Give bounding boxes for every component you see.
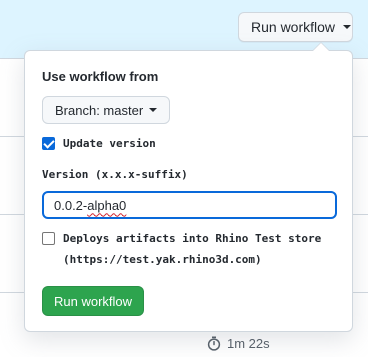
update-version-checkbox[interactable] (42, 137, 55, 150)
run-workflow-label: Run workflow (251, 19, 336, 35)
update-version-label: Update version (63, 137, 156, 150)
run-workflow-popover: Use workflow from Branch: master Update … (24, 42, 353, 332)
popover-arrow-fill (313, 43, 329, 51)
run-workflow-dropdown-button[interactable]: Run workflow (238, 12, 353, 42)
chevron-down-icon (343, 25, 352, 29)
run-duration: 1m 22s (207, 336, 270, 351)
run-workflow-submit-button[interactable]: Run workflow (42, 286, 144, 316)
stopwatch-icon (207, 336, 221, 351)
run-workflow-submit-label: Run workflow (53, 293, 133, 309)
version-field-label: Version (x.x.x-suffix) (42, 168, 188, 181)
popover-heading: Use workflow from (42, 69, 159, 84)
version-input-misspelled-value: alpha0 (87, 197, 127, 213)
run-duration-value: 1m 22s (227, 336, 270, 351)
branch-select-button[interactable]: Branch: master (42, 96, 171, 124)
deploy-artifacts-label-line1: Deploys artifacts into Rhino Test store (63, 232, 322, 245)
deploy-artifacts-label-line2: (https://test.yak.rhino3d.com) (63, 253, 262, 266)
version-input[interactable]: 0.0.2- alpha0 (42, 191, 337, 219)
chevron-down-icon (149, 108, 158, 112)
deploy-artifacts-checkbox[interactable] (42, 232, 55, 245)
branch-select-label: Branch: master (55, 102, 144, 118)
version-input-value: 0.0.2- (54, 197, 88, 213)
